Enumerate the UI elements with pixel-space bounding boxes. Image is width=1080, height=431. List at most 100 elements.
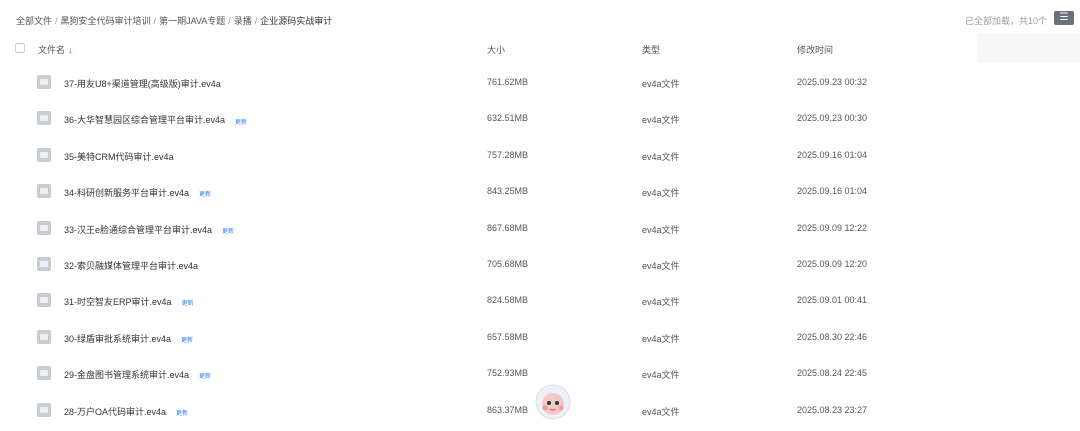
- file-name-text: 34-科研创新服务平台审计.ev4a: [64, 188, 190, 199]
- file-name-text: 33-汉王e脸通综合管理平台审计.ev4a: [64, 224, 213, 235]
- video-file-icon: [37, 75, 51, 89]
- file-name[interactable]: 34-科研创新服务平台审计.ev4a 更新: [64, 186, 211, 199]
- toolbar: 全部文件 / 黑狗安全代码审计培训 / 第一期JAVA专题 / 录播 / 企业源码实战审计 已全…: [0, 0, 1080, 36]
- file-modified: 2025.09.16 01:04: [797, 186, 868, 197]
- file-modified: 2025.09.09 12:22: [797, 222, 868, 233]
- file-modified: 2025.09.16 01:04: [797, 149, 868, 160]
- file-modified: 2025.08.23 23:27: [797, 404, 868, 415]
- column-header-size[interactable]: 大小: [487, 43, 505, 56]
- file-size: 863.37MB: [487, 404, 529, 415]
- update-badge: 更新: [176, 410, 189, 417]
- video-file-icon: [37, 293, 51, 308]
- file-modified: 2025.09.09 12:20: [797, 258, 868, 269]
- update-badge: 更新: [222, 228, 235, 235]
- update-badge: 更新: [199, 192, 212, 199]
- file-name[interactable]: 29-金盘图书管理系统审计.ev4a 更新: [64, 368, 211, 381]
- header-filler: [977, 34, 1080, 62]
- file-name[interactable]: 37-用友U8+渠道管理(高级版)审计.ev4a: [64, 77, 231, 90]
- file-name-text: 29-金盘图书管理系统审计.ev4a: [64, 370, 190, 381]
- table-row[interactable]: 37-用友U8+渠道管理(高级版)审计.ev4a 761.62MB ev4a文件 20…: [0, 64, 1080, 100]
- column-header-name-label: 文件名: [38, 45, 66, 55]
- breadcrumb-separator: /: [153, 16, 157, 26]
- breadcrumb-separator: /: [228, 16, 231, 26]
- video-file-icon: [37, 366, 51, 381]
- file-size: 761.62MB: [487, 77, 529, 87]
- table-row[interactable]: 34-科研创新服务平台审计.ev4a 更新 843.25MB ev4a文件 2025.0…: [0, 173, 1080, 209]
- file-name-text: 37-用友U8+渠道管理(高级版)审计.ev4a: [64, 79, 221, 89]
- table-row[interactable]: 35-美特CRM代码审计.ev4a 757.28MB ev4a文件 2025.09.1…: [0, 137, 1080, 173]
- column-header-name[interactable]: 文件名 ↓: [38, 43, 73, 56]
- file-type: ev4a文件: [642, 260, 680, 271]
- file-size: 824.58MB: [487, 295, 529, 306]
- breadcrumb-item-course[interactable]: 黑狗安全代码审计培训: [61, 16, 151, 26]
- sort-arrow-icon[interactable]: ↓: [68, 45, 73, 55]
- file-name[interactable]: 35-美特CRM代码审计.ev4a: [64, 150, 184, 163]
- video-file-icon: [37, 329, 51, 344]
- table-header: 文件名 ↓ 大小 类型 修改时间: [0, 34, 1080, 62]
- video-file-icon: [37, 220, 51, 235]
- file-name-text: 30-绿盾审批系统审计.ev4a: [64, 333, 172, 344]
- file-size: 867.68MB: [487, 222, 529, 233]
- breadcrumb-current: 企业源码实战审计: [260, 16, 333, 26]
- video-file-icon: [37, 256, 51, 271]
- file-size: 843.25MB: [487, 186, 529, 197]
- update-badge: 更新: [199, 374, 212, 381]
- file-size: 757.28MB: [487, 149, 529, 160]
- file-size: 752.93MB: [487, 368, 529, 379]
- table-row[interactable]: 30-绿盾审批系统审计.ev4a 更新 657.58MB ev4a文件 2025.08.…: [0, 319, 1080, 355]
- file-name[interactable]: 32-索贝融媒体管理平台审计.ev4a: [64, 259, 208, 272]
- breadcrumb-item-topic[interactable]: 第一期JAVA专题: [159, 16, 225, 26]
- column-header-type[interactable]: 类型: [642, 43, 660, 56]
- file-type: ev4a文件: [642, 370, 680, 381]
- file-size: 705.68MB: [487, 258, 529, 269]
- video-file-icon: [37, 184, 51, 199]
- file-name[interactable]: 28-万户OA代码审计.ev4a 更新: [64, 405, 188, 418]
- file-name-text: 31-时空智友ERP审计.ev4a: [64, 297, 172, 308]
- mascot-graphic: [535, 384, 571, 420]
- breadcrumb-item-recordings[interactable]: 录播: [234, 16, 252, 26]
- breadcrumb: 全部文件 / 黑狗安全代码审计培训 / 第一期JAVA专题 / 录播 / 企业源码实战审计: [16, 14, 332, 27]
- file-size: 632.51MB: [487, 113, 529, 124]
- file-modified: 2025.09.23 00:30: [797, 113, 868, 124]
- file-type: ev4a文件: [642, 297, 680, 308]
- file-name-text: 28-万户OA代码审计.ev4a: [64, 406, 167, 417]
- select-all-checkbox[interactable]: [15, 43, 25, 53]
- file-name-text: 35-美特CRM代码审计.ev4a: [64, 151, 174, 162]
- breadcrumb-item-all-files[interactable]: 全部文件: [16, 16, 52, 26]
- video-file-icon: [37, 147, 51, 162]
- file-size: 657.58MB: [487, 331, 529, 342]
- table-row[interactable]: 32-索贝融媒体管理平台审计.ev4a 705.68MB ev4a文件 2025.09…: [0, 246, 1080, 282]
- file-name[interactable]: 31-时空智友ERP审计.ev4a 更新: [64, 295, 194, 308]
- video-file-icon: [37, 402, 51, 417]
- file-type: ev4a文件: [642, 151, 680, 162]
- file-name[interactable]: 30-绿盾审批系统审计.ev4a 更新: [64, 332, 193, 345]
- update-badge: 更新: [235, 119, 248, 126]
- assistant-mascot-icon[interactable]: [533, 380, 573, 426]
- file-name[interactable]: 36-大华智慧园区综合管理平台审计.ev4a 更新: [64, 113, 247, 126]
- file-modified: 2025.09.23 00:32: [797, 77, 868, 87]
- file-modified: 2025.09.01 00:41: [797, 295, 868, 306]
- file-type: ev4a文件: [642, 224, 680, 235]
- file-type: ev4a文件: [642, 115, 680, 126]
- file-name-text: 32-索贝融媒体管理平台审计.ev4a: [64, 260, 199, 271]
- file-type: ev4a文件: [642, 188, 680, 199]
- file-type: ev4a文件: [642, 406, 680, 417]
- file-modified: 2025.08.24 22:45: [797, 368, 868, 379]
- file-modified: 2025.08.30 22:46: [797, 331, 868, 342]
- table-row[interactable]: 36-大华智慧园区综合管理平台审计.ev4a 更新 632.51MB ev4a文件 20…: [0, 100, 1080, 136]
- file-list: 37-用友U8+渠道管理(高级版)审计.ev4a 761.62MB ev4a文件 20…: [0, 64, 1080, 428]
- table-row[interactable]: 31-时空智友ERP审计.ev4a 更新 824.58MB ev4a文件 2025.09…: [0, 282, 1080, 318]
- update-badge: 更新: [181, 337, 194, 344]
- update-badge: 更新: [181, 301, 194, 308]
- file-name[interactable]: 33-汉王e脸通综合管理平台审计.ev4a 更新: [64, 223, 234, 236]
- breadcrumb-separator: /: [254, 16, 258, 26]
- video-file-icon: [37, 111, 51, 126]
- file-type: ev4a文件: [642, 79, 680, 89]
- breadcrumb-separator: /: [55, 16, 58, 26]
- list-view-icon[interactable]: ☰: [1054, 11, 1074, 25]
- file-name-text: 36-大华智慧园区综合管理平台审计.ev4a: [64, 115, 226, 126]
- loaded-count-text: 已全部加载，共10个: [964, 16, 1047, 26]
- file-type: ev4a文件: [642, 333, 680, 344]
- table-row[interactable]: 33-汉王e脸通综合管理平台审计.ev4a 更新 867.68MB ev4a文件 202…: [0, 210, 1080, 246]
- column-header-modified[interactable]: 修改时间: [797, 43, 833, 56]
